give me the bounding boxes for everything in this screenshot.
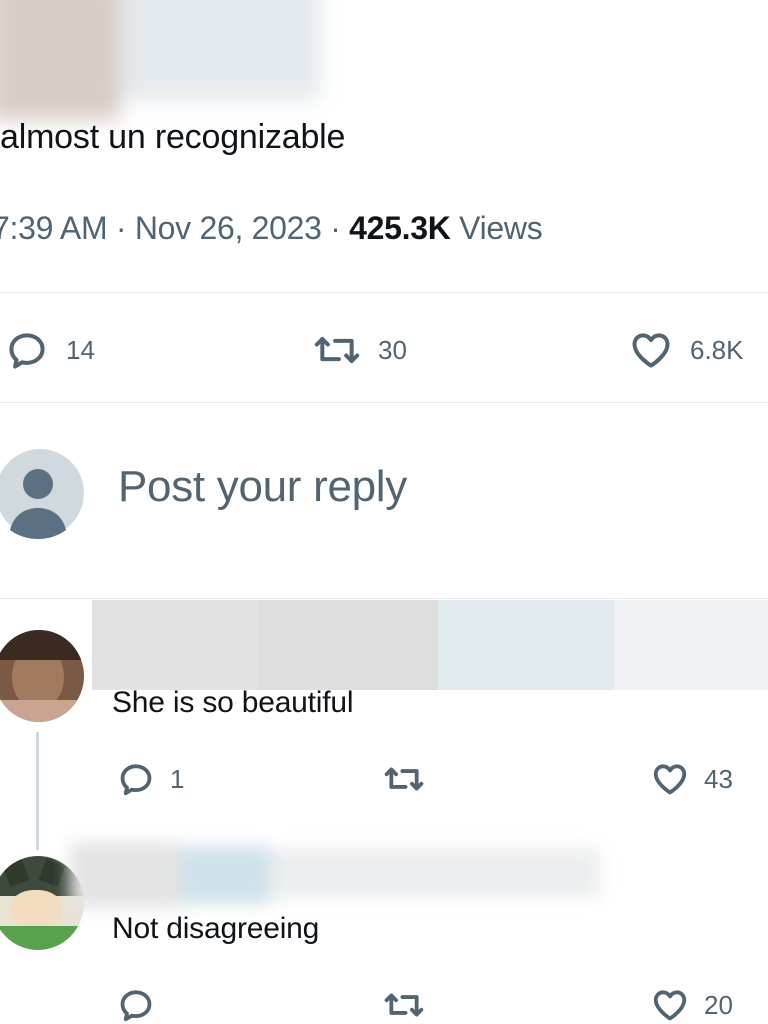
reply-text: She is so beautiful — [112, 686, 354, 719]
meta-separator: · — [330, 210, 350, 246]
repost-arrows-icon — [384, 993, 424, 1017]
divider — [0, 598, 768, 599]
like-action[interactable]: 43 — [650, 760, 733, 798]
thread-connector — [36, 732, 39, 850]
tweet-date[interactable]: Nov 26, 2023 — [135, 210, 322, 246]
divider — [0, 402, 768, 403]
repost-arrows-icon — [384, 767, 424, 791]
heart-icon — [653, 990, 687, 1021]
tweet-time[interactable]: 7:39 AM — [0, 210, 108, 246]
tweet-meta: 7:39 AM · Nov 26, 2023 · 425.3K Views — [0, 210, 543, 247]
reply-count: 1 — [170, 763, 185, 794]
like-action[interactable]: 6.8K — [628, 328, 744, 372]
repost-action[interactable]: 30 — [312, 328, 407, 372]
repost-action[interactable] — [382, 760, 440, 798]
reply-count: 14 — [66, 334, 95, 365]
heart-icon — [632, 333, 670, 368]
repost-action[interactable] — [382, 986, 440, 1024]
redacted-author-header — [0, 0, 320, 120]
tweet-text: almost un recognizable — [0, 118, 346, 156]
like-action[interactable]: 20 — [650, 986, 733, 1024]
speech-bubble-icon — [9, 333, 45, 369]
redacted-reply-author — [70, 842, 600, 908]
views-count: 425.3K — [349, 210, 451, 246]
meta-separator: · — [115, 210, 135, 246]
repost-count: 30 — [378, 334, 407, 365]
like-count: 6.8K — [690, 334, 744, 365]
heart-icon — [653, 764, 687, 795]
like-count: 20 — [704, 989, 733, 1020]
like-count: 43 — [704, 763, 733, 794]
default-avatar-icon[interactable] — [0, 446, 84, 540]
divider — [0, 292, 768, 293]
redacted-reply-author — [92, 600, 768, 690]
views-label: Views — [459, 210, 543, 246]
reply-input[interactable]: Post your reply — [118, 462, 407, 512]
speech-bubble-icon — [120, 990, 152, 1022]
reply-action[interactable] — [116, 986, 170, 1024]
reply-author-avatar[interactable] — [0, 630, 84, 722]
speech-bubble-icon — [120, 764, 152, 796]
reply-action[interactable]: 1 — [116, 760, 184, 798]
reply-action[interactable]: 14 — [4, 328, 95, 372]
repost-arrows-icon — [314, 336, 360, 364]
reply-text: Not disagreeing — [112, 912, 320, 945]
